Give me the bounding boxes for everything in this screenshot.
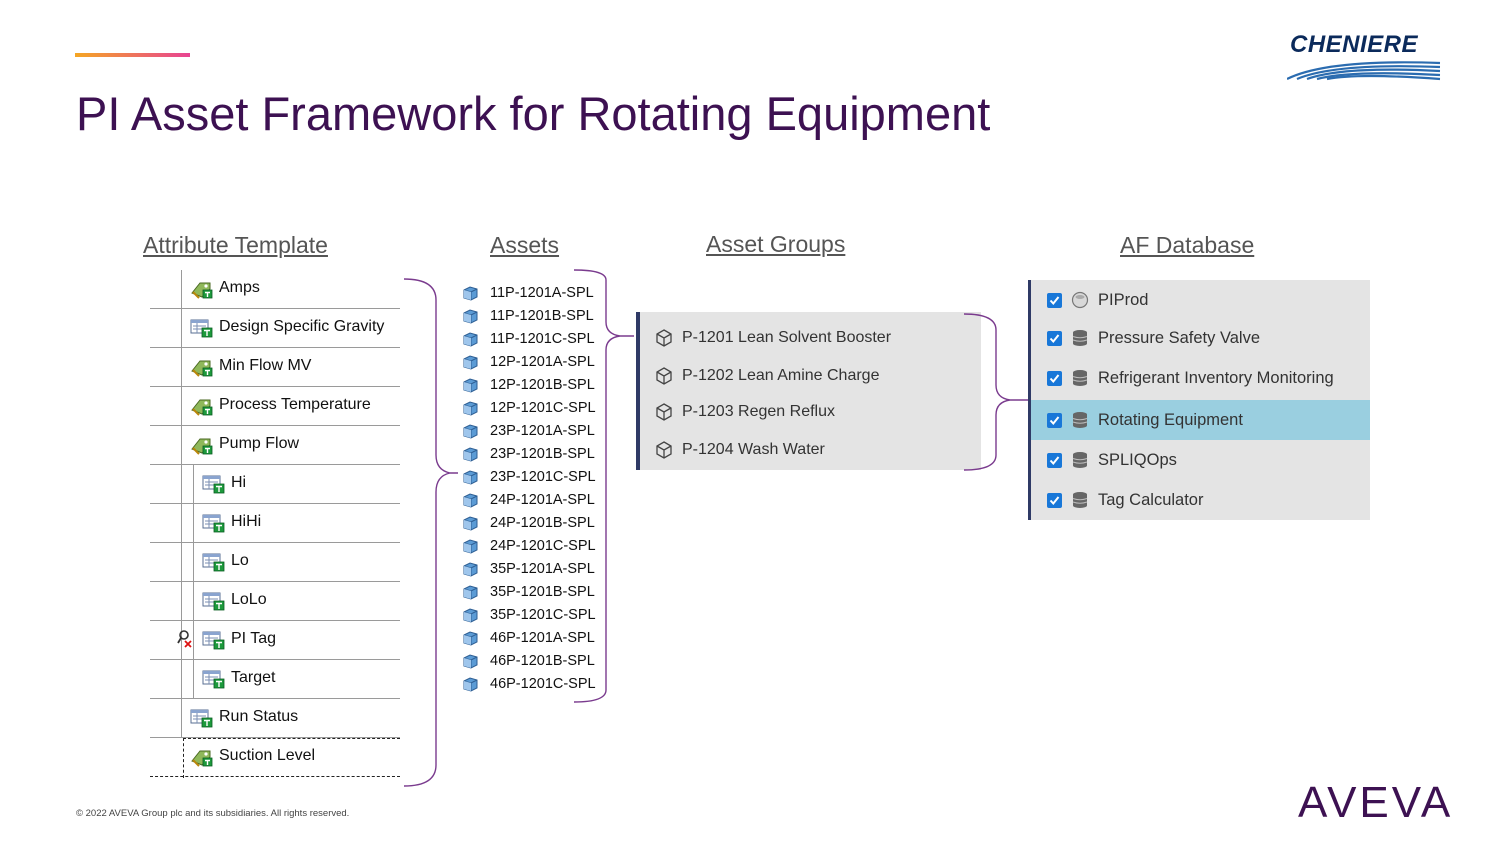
connector-brackets <box>403 269 1028 787</box>
aveva-logo: AVEVA <box>1298 778 1454 827</box>
copyright-footer: © 2022 AVEVA Group plc and its subsidiar… <box>76 808 350 819</box>
